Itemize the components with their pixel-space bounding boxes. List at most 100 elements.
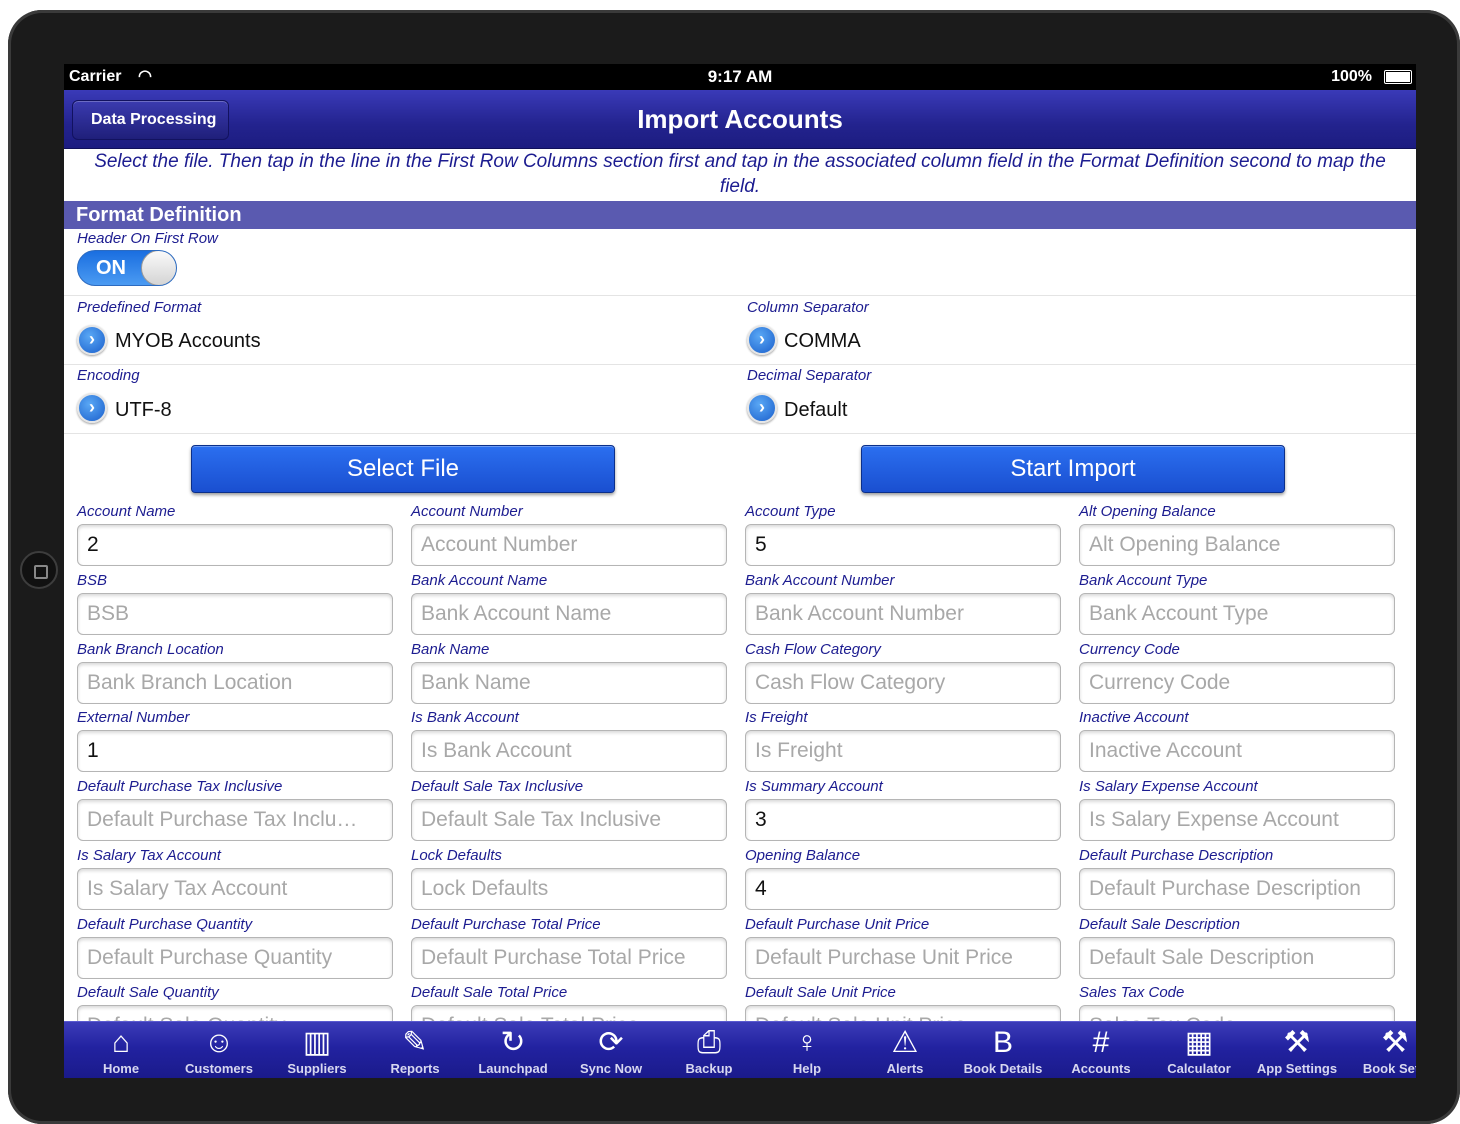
tab-label: Launchpad — [478, 1061, 548, 1076]
mapping-input[interactable]: Default Purchase Total Price — [411, 936, 727, 979]
mapping-input[interactable]: 3 — [745, 799, 1061, 841]
header-on-first-row-toggle[interactable]: ON — [77, 250, 177, 286]
field-label: Is Salary Tax Account — [77, 846, 221, 864]
mapping-input[interactable]: Alt Opening Balance — [1079, 524, 1395, 566]
tab-launchpad[interactable]: ↻ Launchpad — [464, 1022, 562, 1078]
field-label: Account Number — [411, 503, 523, 520]
tab-label: Calculator — [1167, 1061, 1231, 1076]
field-label: Default Sale Description — [1079, 915, 1240, 933]
tab-customers[interactable]: ☺ Customers — [170, 1022, 268, 1078]
field-label: Is Freight — [745, 709, 808, 727]
decimal-separator-value[interactable]: Default — [784, 399, 847, 422]
tab-label: Reports — [390, 1061, 440, 1076]
mapping-input[interactable]: Bank Account Name — [411, 592, 727, 635]
mapping-input[interactable]: Default Sale Tax Inclusive — [411, 799, 727, 841]
mapping-input[interactable]: Default Purchase Unit Price — [745, 936, 1061, 979]
mapping-input[interactable]: Is Bank Account — [411, 730, 727, 773]
tab-label: Accounts — [1071, 1061, 1131, 1076]
tab-label: Customers — [185, 1061, 253, 1076]
book-details-icon: B — [992, 1026, 1013, 1059]
battery-percent: 100% — [1331, 68, 1372, 85]
field-label: External Number — [77, 709, 190, 727]
alerts-icon: ⚠ — [891, 1026, 919, 1059]
book-settings-icon: ⚒ — [1381, 1026, 1409, 1059]
field-label: Bank Account Number — [745, 571, 895, 589]
mapping-input[interactable]: Default Purchase Quantity — [77, 936, 393, 979]
divider — [64, 295, 1416, 296]
calculator-icon: ▦ — [1184, 1026, 1214, 1059]
field-label: Opening Balance — [745, 846, 861, 864]
field-label: Account Type — [745, 503, 836, 520]
mapping-input[interactable]: Is Salary Expense Account — [1079, 799, 1395, 841]
mapping-input[interactable]: Bank Account Type — [1079, 592, 1395, 635]
tab-alerts[interactable]: ⚠ Alerts — [856, 1022, 954, 1078]
field-label: Default Purchase Quantity — [77, 915, 253, 933]
select-file-button[interactable]: Select File — [191, 445, 615, 493]
accounts-icon: # — [1092, 1026, 1110, 1059]
predefined-format-value[interactable]: MYOB Accounts — [115, 330, 261, 353]
tab-label: Help — [792, 1061, 822, 1076]
tab-help[interactable]: ♀ Help — [758, 1022, 856, 1078]
customers-icon: ☺ — [203, 1026, 235, 1059]
tab-backup[interactable]: ⎙ Backup — [660, 1022, 758, 1078]
field-label: Is Summary Account — [745, 778, 883, 795]
field-label: Default Purchase Description — [1079, 846, 1274, 864]
mapping-input[interactable]: BSB — [77, 592, 393, 635]
tab-app-settings[interactable]: ⚒ App Settings — [1248, 1022, 1346, 1078]
mapping-input[interactable]: Cash Flow Category — [745, 661, 1061, 704]
mapping-input[interactable]: Default Sale Description — [1079, 936, 1395, 979]
mapping-input[interactable]: Bank Branch Location — [77, 661, 393, 704]
mapping-input[interactable]: 5 — [745, 524, 1061, 566]
tab-calculator[interactable]: ▦ Calculator — [1150, 1022, 1248, 1078]
decimal-separator-label: Decimal Separator — [747, 367, 872, 384]
navigation-bar: Data Processing Import Accounts — [64, 90, 1416, 149]
tab-label: Home — [102, 1061, 140, 1076]
encoding-value[interactable]: UTF-8 — [115, 399, 172, 422]
mapping-input[interactable]: 1 — [77, 730, 393, 773]
disclosure-chevron-icon[interactable]: › — [747, 325, 777, 355]
divider — [64, 433, 1416, 434]
tab-book-setti[interactable]: ⚒ Book Setti — [1346, 1022, 1416, 1078]
launchpad-icon: ↻ — [500, 1026, 526, 1059]
tab-accounts[interactable]: # Accounts — [1052, 1022, 1150, 1078]
field-label: BSB — [77, 571, 108, 589]
tab-home[interactable]: ⌂ Home — [72, 1022, 170, 1078]
disclosure-chevron-icon[interactable]: › — [77, 393, 107, 423]
suppliers-icon: ▥ — [302, 1026, 332, 1059]
mapping-input[interactable]: Bank Account Number — [745, 592, 1061, 635]
disclosure-chevron-icon[interactable]: › — [747, 393, 777, 423]
mapping-input[interactable]: Currency Code — [1079, 661, 1395, 704]
field-label: Default Sale Tax Inclusive — [411, 778, 584, 795]
help-icon: ♀ — [795, 1026, 819, 1059]
home-icon: ⌂ — [111, 1026, 131, 1059]
field-label: Bank Account Type — [1079, 571, 1208, 589]
field-label: Default Sale Quantity — [77, 984, 219, 1002]
mapping-input[interactable]: Is Salary Tax Account — [77, 867, 393, 910]
mapping-input[interactable]: Is Freight — [745, 730, 1061, 773]
field-label: Inactive Account — [1079, 709, 1189, 727]
tab-suppliers[interactable]: ▥ Suppliers — [268, 1022, 366, 1078]
mapping-input[interactable]: Bank Name — [411, 661, 727, 704]
toggle-on-text: ON — [96, 257, 126, 279]
predefined-format-label: Predefined Format — [77, 299, 202, 316]
clock: 9:17 AM — [707, 67, 773, 86]
tab-book-details[interactable]: B Book Details — [954, 1022, 1052, 1078]
start-import-button[interactable]: Start Import — [861, 445, 1285, 493]
tab-label: Book Setti — [1362, 1061, 1416, 1076]
mapping-input[interactable]: 4 — [745, 867, 1061, 910]
field-label: Default Sale Unit Price — [745, 984, 896, 1002]
mapping-input[interactable]: Default Purchase Tax Inclu… — [77, 799, 393, 841]
tab-reports[interactable]: ✎ Reports — [366, 1022, 464, 1078]
field-label: Alt Opening Balance — [1079, 503, 1216, 520]
mapping-input[interactable]: 2 — [77, 524, 393, 566]
tab-sync-now[interactable]: ⟳ Sync Now — [562, 1022, 660, 1078]
column-separator-value[interactable]: COMMA — [784, 330, 861, 353]
mapping-input[interactable]: Inactive Account — [1079, 730, 1395, 773]
sync-icon: ⟳ — [598, 1026, 624, 1059]
mapping-input[interactable]: Account Number — [411, 524, 727, 566]
mapping-input[interactable]: Lock Defaults — [411, 867, 727, 910]
toggle-knob — [141, 251, 176, 285]
device-home-button[interactable] — [20, 551, 58, 589]
disclosure-chevron-icon[interactable]: › — [77, 325, 107, 355]
mapping-input[interactable]: Default Purchase Description — [1079, 867, 1395, 910]
